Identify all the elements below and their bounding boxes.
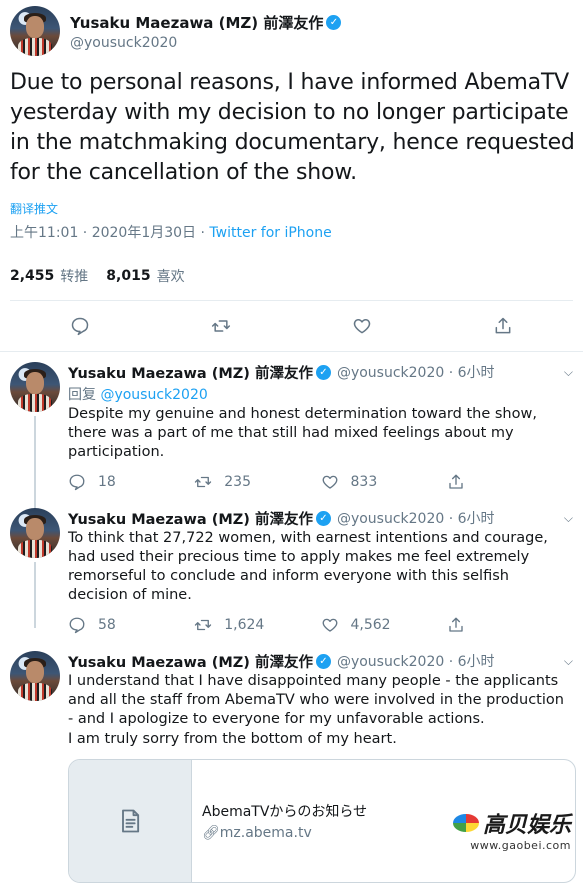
handle-and-time[interactable]: @yousuck2020 · 6小时: [337, 651, 495, 671]
reply-button[interactable]: 18: [68, 473, 194, 491]
translate-tweet-link[interactable]: 翻译推文: [10, 200, 573, 217]
reply-header: Yusaku Maezawa (MZ) 前澤友作 ✓ @yousuck2020 …: [68, 508, 573, 528]
reply-icon[interactable]: [70, 316, 90, 336]
watermark: 高贝娱乐 www.gaobei.com: [452, 807, 571, 852]
main-tweet-actions: [0, 301, 583, 351]
handle-and-time[interactable]: @yousuck2020 · 6小时: [337, 362, 495, 382]
reply-actions: 18 235 833: [68, 462, 573, 502]
like-button[interactable]: 833: [321, 473, 447, 491]
chevron-down-icon[interactable]: ⌵: [564, 511, 573, 526]
verified-badge-icon: ✓: [315, 653, 331, 669]
author-display-name[interactable]: Yusaku Maezawa (MZ) 前澤友作: [68, 362, 313, 383]
chevron-down-icon[interactable]: ⌵: [564, 654, 573, 669]
replying-prefix: 回复: [68, 387, 101, 403]
link-card-title: AbemaTVからのお知らせ: [202, 804, 368, 820]
watermark-text: 高贝娱乐: [482, 812, 571, 838]
retweet-count: 1,624: [224, 617, 265, 633]
reply-button[interactable]: 58: [68, 616, 194, 634]
reply-body: Yusaku Maezawa (MZ) 前澤友作 ✓ @yousuck2020 …: [68, 362, 573, 502]
share-icon[interactable]: [493, 316, 513, 336]
reply-body: Yusaku Maezawa (MZ) 前澤友作 ✓ @yousuck2020 …: [68, 508, 573, 645]
retweet-icon[interactable]: [211, 316, 231, 336]
handle-and-time[interactable]: @yousuck2020 · 6小时: [337, 508, 495, 528]
verified-badge-icon: ✓: [315, 510, 331, 526]
chevron-down-icon[interactable]: ⌵: [564, 365, 573, 380]
tweet-timestamp: 上午11:01 · 2020年1月30日 · Twitter for iPhon…: [10, 222, 573, 242]
author-display-name[interactable]: Yusaku Maezawa (MZ) 前澤友作: [68, 651, 313, 672]
tweet-source-link[interactable]: Twitter for iPhone: [209, 225, 331, 241]
link-card-url-text: mz.abema.tv: [219, 825, 312, 841]
main-tweet-header: Yusaku Maezawa (MZ) 前澤友作 ✓ @yousuck2020: [10, 0, 573, 56]
reply-header: Yusaku Maezawa (MZ) 前澤友作 ✓ @yousuck2020 …: [68, 651, 573, 671]
thread-line: [34, 416, 36, 514]
reply-count: 18: [98, 474, 116, 490]
watermark-logo-icon: [452, 814, 479, 832]
thread-line: [34, 562, 36, 628]
verified-badge-icon: ✓: [315, 364, 331, 380]
document-icon: [69, 760, 192, 882]
reply-text: I understand that I have disappointed ma…: [68, 673, 564, 727]
retweet-count[interactable]: 2,455: [10, 268, 54, 284]
main-tweet: Yusaku Maezawa (MZ) 前澤友作 ✓ @yousuck2020 …: [0, 0, 583, 300]
retweet-button[interactable]: 235: [194, 473, 320, 491]
tweet-text: Due to personal reasons, I have informed…: [10, 70, 575, 185]
tweet-stats: 2,455 转推 8,015 喜欢: [10, 252, 573, 300]
retweet-count: 235: [224, 474, 251, 490]
like-icon[interactable]: [352, 316, 372, 336]
reply-text: To think that 27,722 women, with earnest…: [68, 530, 548, 603]
author-handle[interactable]: @yousuck2020: [70, 35, 341, 51]
replying-to: 回复 @yousuck2020: [68, 384, 573, 404]
avatar[interactable]: [10, 362, 60, 412]
link-card-body: AbemaTVからのお知らせ 🔗︎mz.abema.tv: [192, 760, 377, 882]
avatar[interactable]: [10, 508, 60, 558]
link-card-url: 🔗︎mz.abema.tv: [202, 825, 367, 841]
author-display-name[interactable]: Yusaku Maezawa (MZ) 前澤友作: [68, 508, 313, 529]
author-names: Yusaku Maezawa (MZ) 前澤友作 ✓ @yousuck2020: [70, 12, 342, 51]
reply-tweet[interactable]: Yusaku Maezawa (MZ) 前澤友作 ✓ @yousuck2020 …: [0, 502, 583, 645]
watermark-url: www.gaobei.com: [470, 839, 571, 852]
retweet-button[interactable]: 1,624: [194, 616, 320, 634]
link-icon: 🔗︎: [202, 825, 220, 841]
reply-text-line-2: I am truly sorry from the bottom of my h…: [68, 731, 397, 747]
reply-actions: 58 1,624 4,562: [68, 605, 573, 645]
reply-text: Despite my genuine and honest determinat…: [68, 406, 537, 460]
share-button[interactable]: [447, 473, 573, 491]
like-button[interactable]: 4,562: [321, 616, 447, 634]
like-count: 4,562: [350, 617, 391, 633]
avatar[interactable]: [10, 6, 60, 56]
reply-count: 58: [98, 617, 116, 633]
replying-to-handle[interactable]: @yousuck2020: [100, 387, 207, 403]
reply-tweet[interactable]: Yusaku Maezawa (MZ) 前澤友作 ✓ @yousuck2020 …: [0, 352, 583, 514]
like-count: 833: [350, 474, 378, 490]
like-count[interactable]: 8,015: [106, 268, 150, 284]
avatar[interactable]: [10, 651, 60, 701]
reply-avatar-column: [10, 362, 60, 514]
reply-header: Yusaku Maezawa (MZ) 前澤友作 ✓ @yousuck2020 …: [68, 362, 573, 382]
share-button[interactable]: [447, 616, 573, 634]
retweet-label[interactable]: 转推: [60, 266, 88, 286]
reply-avatar-column: [10, 508, 60, 645]
display-name-text[interactable]: Yusaku Maezawa (MZ) 前澤友作: [70, 12, 323, 33]
watermark-brand: 高贝娱乐: [452, 807, 571, 839]
author-display-name[interactable]: Yusaku Maezawa (MZ) 前澤友作 ✓: [70, 12, 342, 33]
verified-badge-icon: ✓: [326, 14, 342, 30]
timestamp-text[interactable]: 上午11:01 · 2020年1月30日 ·: [10, 225, 209, 241]
like-label[interactable]: 喜欢: [157, 266, 185, 286]
reply-avatar-column: [10, 651, 60, 883]
